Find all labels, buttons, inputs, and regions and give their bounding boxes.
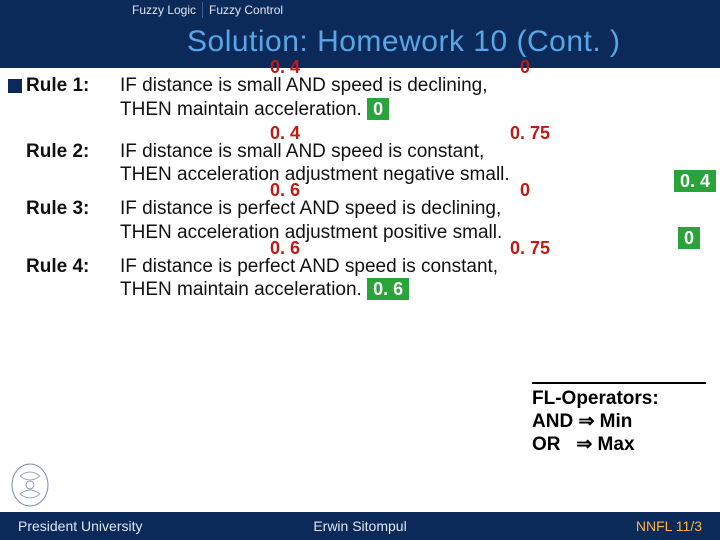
rule-1-over1: 0. 4	[270, 56, 300, 79]
fl-and-label: AND	[532, 411, 573, 432]
rule-3-over1: 0. 6	[270, 179, 300, 202]
page-title: Solution: Homework 10 (Cont. )	[187, 25, 621, 59]
rule-2-result-box: 0. 4	[674, 170, 716, 192]
fl-operators-box: FL-Operators: AND ⇒ Min OR ⇒ Max	[532, 382, 706, 456]
rule-4-line1: IF distance is perfect AND speed is cons…	[120, 255, 710, 279]
footer-pagenum: NNFL 11/3	[636, 518, 702, 534]
rule-4-line2: THEN maintain acceleration.	[120, 279, 362, 300]
rule-2-line1: IF distance is small AND speed is consta…	[120, 140, 710, 164]
rule-4-over1: 0. 6	[270, 237, 300, 260]
rule-3-result-box: 0	[678, 227, 700, 249]
rule-3-line2: THEN acceleration adjustment positive sm…	[120, 221, 710, 245]
rule-3: Rule 3: 0. 6 0 IF distance is perfect AN…	[8, 197, 710, 245]
rule-1-result-box: 0	[367, 98, 389, 120]
arrow-icon: ⇒	[578, 411, 594, 432]
rule-1-label: Rule 1	[26, 75, 83, 96]
rule-2-label: Rule 2	[26, 141, 83, 162]
slide-content: Rule 1: 0. 4 0 IF distance is small AND …	[0, 70, 720, 312]
footer-left: President University	[18, 518, 143, 534]
footer-author: Erwin Sitompul	[313, 518, 406, 534]
footer-bar: President University Erwin Sitompul NNFL…	[0, 512, 720, 540]
rule-1-line1: IF distance is small AND speed is declin…	[120, 74, 710, 98]
rule-4-over2: 0. 75	[510, 237, 550, 260]
rule-2-over2: 0. 75	[510, 122, 550, 145]
rule-2-over1: 0. 4	[270, 122, 300, 145]
tab-fuzzy-control: Fuzzy Control	[203, 2, 289, 18]
arrow-icon: ⇒	[576, 434, 592, 455]
university-logo	[10, 462, 50, 508]
rule-3-line1: IF distance is perfect AND speed is decl…	[120, 197, 710, 221]
fl-or-value: Max	[598, 434, 635, 455]
tab-strip: Fuzzy Logic Fuzzy Control	[0, 0, 720, 18]
rule-2-line2: THEN acceleration adjustment negative sm…	[120, 163, 710, 187]
rule-4-result-box: 0. 6	[367, 278, 409, 300]
fl-operators-title: FL-Operators:	[532, 388, 706, 410]
rule-3-over2: 0	[520, 179, 530, 202]
header-bar: Fuzzy Logic Fuzzy Control Solution: Home…	[0, 0, 720, 68]
rule-4-label: Rule 4	[26, 256, 83, 277]
rule-4: Rule 4: 0. 6 0. 75 IF distance is perfec…	[8, 255, 710, 303]
fl-and-value: Min	[600, 411, 633, 432]
fl-or-label: OR	[532, 434, 561, 455]
rule-1: Rule 1: 0. 4 0 IF distance is small AND …	[8, 74, 710, 122]
rule-1-over2: 0	[520, 56, 530, 79]
rule-3-label: Rule 3	[26, 198, 83, 219]
bullet-icon	[8, 79, 22, 93]
rule-2: Rule 2: 0. 4 0. 75 IF distance is small …	[8, 140, 710, 188]
rule-1-line2: THEN maintain acceleration.	[120, 99, 362, 120]
tab-fuzzy-logic: Fuzzy Logic	[126, 2, 203, 18]
